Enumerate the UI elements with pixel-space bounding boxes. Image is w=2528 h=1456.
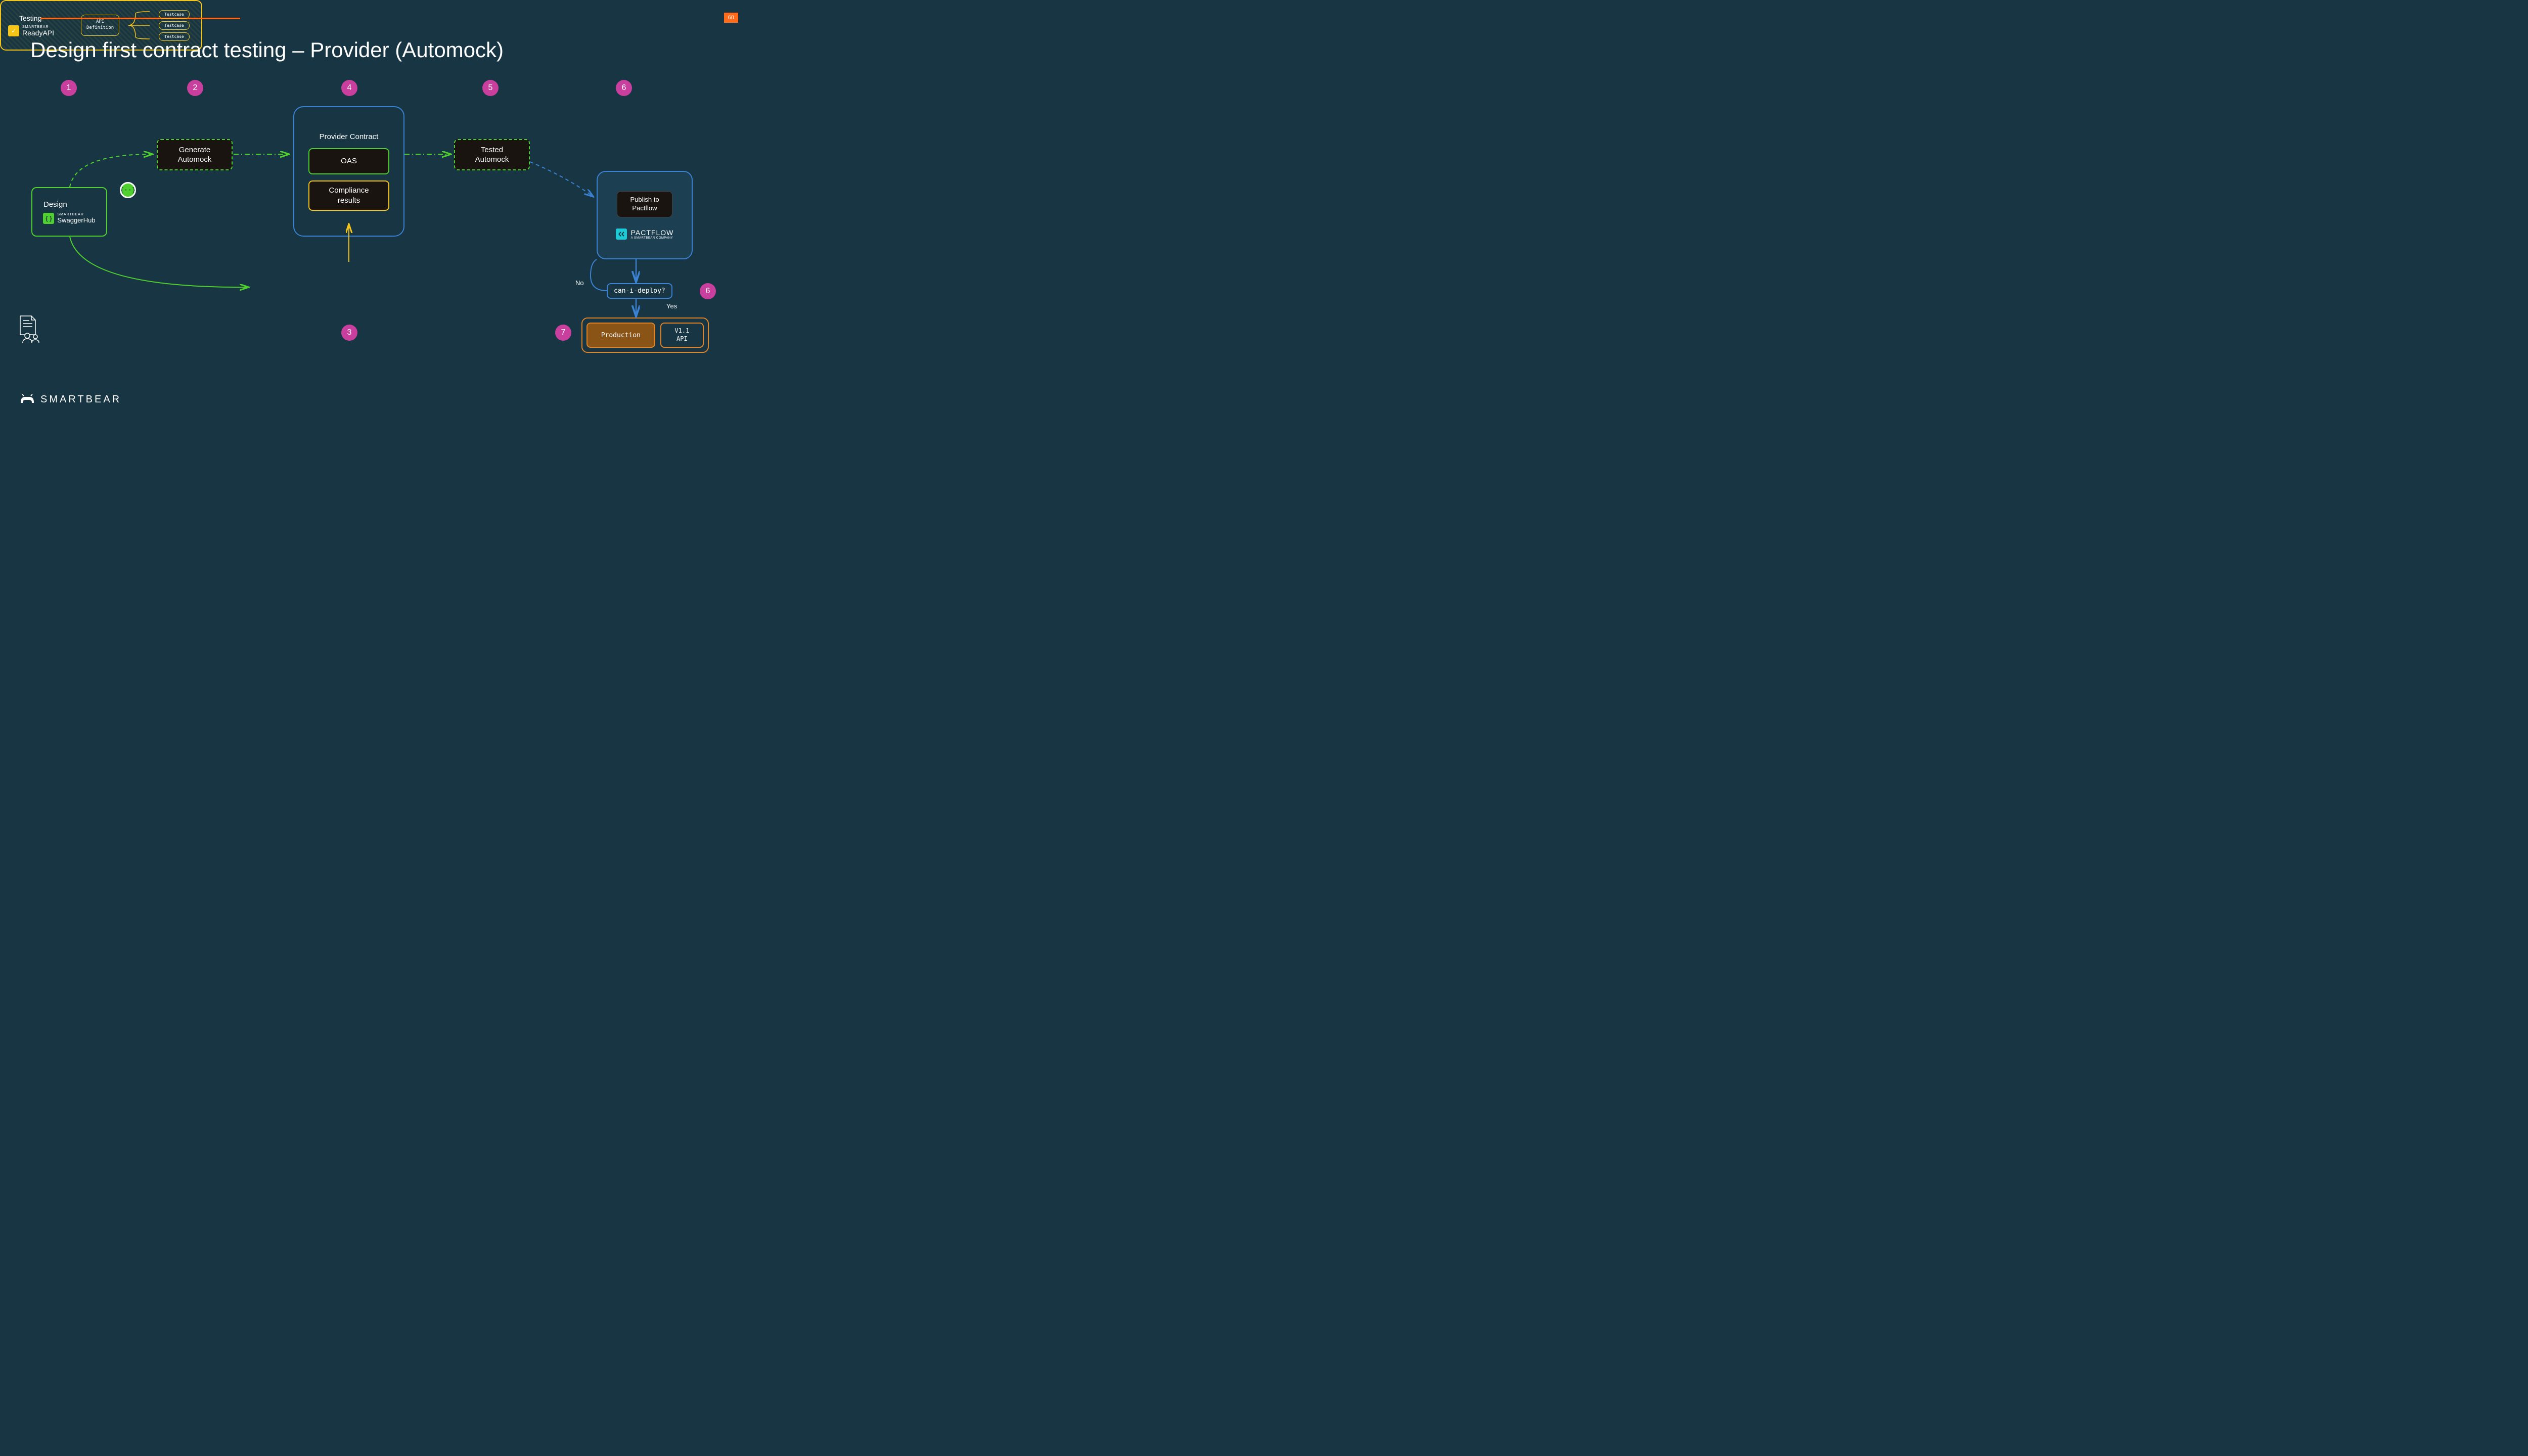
smartbear-icon bbox=[19, 393, 35, 405]
testcases-group: Testcase Testcase Testcase bbox=[159, 10, 190, 41]
swaggerhub-icon: { } bbox=[43, 213, 54, 224]
step-badge-7: 7 bbox=[555, 325, 571, 341]
version-label: V1.1 API bbox=[660, 323, 704, 348]
json-icon: {··} bbox=[120, 182, 136, 198]
step-badge-2: 2 bbox=[187, 80, 203, 96]
smartbear-text: SMARTBEAR bbox=[40, 394, 121, 405]
oas-box: OAS bbox=[308, 148, 389, 174]
tested-label: Tested Automock bbox=[454, 139, 530, 170]
step-badge-6b: 6 bbox=[700, 283, 716, 299]
readyapi-logo: ✓ SMARTBEAR ReadyAPI bbox=[8, 25, 54, 37]
publish-box: Publish to Pactflow bbox=[617, 191, 672, 217]
compliance-box: Compliance results bbox=[308, 180, 389, 211]
swaggerhub-name: SwaggerHub bbox=[57, 216, 95, 224]
testing-label: Testing bbox=[19, 14, 41, 22]
yes-label: Yes bbox=[666, 302, 677, 310]
step-badge-6a: 6 bbox=[616, 80, 632, 96]
smartbear-logo: SMARTBEAR bbox=[19, 393, 121, 405]
step-badge-1: 1 bbox=[61, 80, 77, 96]
no-label: No bbox=[575, 279, 584, 287]
production-box: Production V1.1 API bbox=[581, 317, 709, 353]
design-box: Design { } SMARTBEAR SwaggerHub bbox=[31, 187, 107, 237]
readyapi-icon: ✓ bbox=[8, 25, 19, 36]
can-i-deploy-box: can-i-deploy? bbox=[607, 283, 672, 299]
testcase-3: Testcase bbox=[159, 32, 190, 41]
pactflow-name: PACTFLOW bbox=[631, 229, 674, 237]
readyapi-brand: SMARTBEAR bbox=[22, 25, 54, 29]
generate-automock-box: Generate Automock bbox=[157, 139, 233, 170]
tested-automock-box: Tested Automock bbox=[454, 139, 530, 170]
accent-line bbox=[40, 18, 240, 19]
pactflow-sub: A SMARTBEAR COMPANY bbox=[631, 237, 674, 240]
swaggerhub-logo: { } SMARTBEAR SwaggerHub bbox=[43, 213, 95, 224]
readyapi-name: ReadyAPI bbox=[22, 29, 54, 37]
pactflow-logo: PACTFLOW A SMARTBEAR COMPANY bbox=[616, 229, 674, 240]
testcase-2: Testcase bbox=[159, 21, 190, 30]
document-people-icon bbox=[15, 313, 46, 344]
step-badge-5: 5 bbox=[482, 80, 499, 96]
provider-contract-box: Provider Contract OAS Compliance results bbox=[293, 106, 404, 237]
pactflow-box: Publish to Pactflow PACTFLOW A SMARTBEAR… bbox=[597, 171, 693, 259]
testcase-1: Testcase bbox=[159, 10, 190, 19]
slide-title: Design first contract testing – Provider… bbox=[30, 38, 504, 62]
pactflow-icon bbox=[616, 229, 627, 240]
step-badge-4: 4 bbox=[341, 80, 357, 96]
step-badge-3: 3 bbox=[341, 325, 357, 341]
design-label: Design bbox=[43, 200, 67, 209]
generate-label: Generate Automock bbox=[157, 139, 233, 170]
provider-contract-title: Provider Contract bbox=[320, 132, 379, 141]
slide-number-badge: 60 bbox=[724, 13, 738, 23]
production-label: Production bbox=[586, 323, 655, 348]
swaggerhub-brand: SMARTBEAR bbox=[57, 213, 95, 216]
